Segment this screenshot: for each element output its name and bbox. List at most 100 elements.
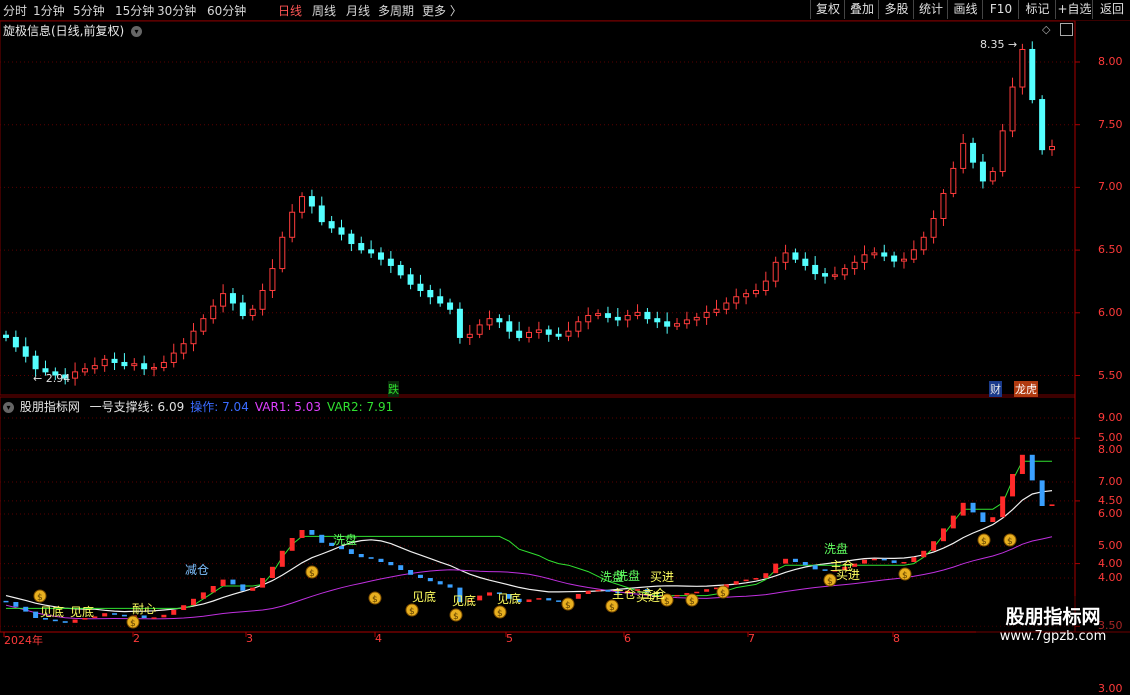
panel-toggle-icon[interactable] xyxy=(1060,23,1073,36)
die-marker[interactable]: 跌 xyxy=(388,381,399,397)
moneybag-icon[interactable]: $ xyxy=(493,605,507,619)
moneybag-icon[interactable]: $ xyxy=(823,573,837,587)
moneybag-icon[interactable]: $ xyxy=(405,603,419,617)
indicator-annotation: 洗盘 xyxy=(824,542,849,556)
candle-body xyxy=(535,329,542,333)
moneybag-icon[interactable]: $ xyxy=(368,591,382,605)
indicator-candle xyxy=(822,569,828,571)
indicator-candle xyxy=(704,589,710,592)
candle-body xyxy=(259,289,266,310)
moneybag-icon[interactable]: $ xyxy=(898,567,912,581)
svg-text:$: $ xyxy=(453,612,459,622)
indicator-y-label-2: 7.00 xyxy=(1098,475,1123,488)
indicator-title-row: ▾ 股朋指标网 一号支撑线: 6.09 操作: 7.04 VAR1: 5.03 VAR… xyxy=(3,398,393,415)
moneybag-icon[interactable]: $ xyxy=(685,593,699,607)
x-axis-label-4: 5 xyxy=(506,632,513,645)
main-panel-border xyxy=(0,20,1076,396)
candle-body xyxy=(1029,48,1036,101)
indicator-panel-border xyxy=(0,396,1076,633)
indicator-candle xyxy=(940,528,946,542)
candle-body xyxy=(940,192,947,220)
svg-text:$: $ xyxy=(981,537,987,547)
candle-body xyxy=(900,258,907,262)
svg-text:$: $ xyxy=(902,571,908,581)
moneybag-icon[interactable]: $ xyxy=(126,615,140,629)
indicator-candle xyxy=(921,550,927,558)
title-dropdown-icon[interactable]: ▾ xyxy=(131,26,143,37)
indicator-candle xyxy=(733,581,739,585)
indicator-y-label-0: 9.00 xyxy=(1098,411,1123,424)
candle-body xyxy=(190,330,197,345)
indicator-annotation: 见底 xyxy=(412,590,437,604)
indicator-candle xyxy=(960,502,966,516)
indicator-candle xyxy=(931,541,937,551)
indicator-annotation: 洗盘 xyxy=(333,533,358,547)
indicator-annotation: 见底 xyxy=(70,605,95,619)
candle-body xyxy=(506,321,513,332)
indicator-candle xyxy=(289,538,295,551)
moneybag-icon[interactable]: $ xyxy=(305,565,319,579)
indicator-annotation: 见底 xyxy=(40,605,65,619)
longhu-marker[interactable]: 龙虎 xyxy=(1014,381,1038,397)
candle-body xyxy=(397,264,404,276)
indicator-candle xyxy=(240,584,246,591)
svg-text:$: $ xyxy=(720,589,726,599)
watermark-url: www.7gpzb.com xyxy=(999,629,1107,644)
moneybag-icon[interactable]: $ xyxy=(1003,533,1017,547)
support-line xyxy=(5,490,1053,613)
chart-canvas[interactable]: $$$$$ $ $$ $$ $$$$$ $ xyxy=(0,0,1130,650)
candle-body xyxy=(447,302,454,310)
moneybag-icon[interactable]: $ xyxy=(561,597,575,611)
indicator-candle xyxy=(151,617,157,619)
indicator-candle xyxy=(398,565,404,570)
indicator-candle xyxy=(23,606,29,612)
candle-body xyxy=(792,252,799,260)
main-y-label-5: 5.50 xyxy=(1098,368,1123,382)
indicator-dropdown-icon[interactable]: ▾ xyxy=(3,402,14,413)
indicator-candle xyxy=(121,614,127,617)
candle-body xyxy=(644,311,651,320)
candle-body xyxy=(289,211,296,238)
main-y-label-3: 6.50 xyxy=(1098,243,1123,257)
svg-text:$: $ xyxy=(497,609,503,619)
indicator-annotation: 买进 xyxy=(650,570,675,584)
indicator-y-label-3: 6.00 xyxy=(1098,507,1123,520)
moneybag-icon[interactable]: $ xyxy=(977,533,991,547)
candle-body xyxy=(585,315,592,323)
indicator-candle xyxy=(911,557,917,562)
x-axis-label-6: 7 xyxy=(748,632,755,645)
cai-marker[interactable]: 财 xyxy=(989,381,1002,397)
svg-text:$: $ xyxy=(689,597,695,607)
stock-title: 旋极信息(日线,前复权) xyxy=(3,24,125,38)
indicator-grid xyxy=(0,417,1075,579)
candle-body xyxy=(930,218,937,238)
moneybag-icon[interactable]: $ xyxy=(33,589,47,603)
indicator-candle xyxy=(447,584,453,588)
candle-body xyxy=(180,343,187,354)
indicator-annotation: 耐心 xyxy=(132,602,157,616)
moneybag-icon[interactable]: $ xyxy=(449,608,463,622)
candle-body xyxy=(802,258,809,266)
indicator-candle xyxy=(990,517,996,522)
candle-body xyxy=(299,196,306,213)
main-y-label-10: 3.00 xyxy=(1098,682,1123,695)
indicator-lines xyxy=(5,460,1053,620)
candle-body xyxy=(328,221,335,229)
svg-text:$: $ xyxy=(565,601,571,611)
candle-body xyxy=(210,305,217,320)
indicator-candle xyxy=(980,512,986,522)
candle-body xyxy=(437,296,444,304)
svg-text:$: $ xyxy=(309,569,315,579)
svg-text:$: $ xyxy=(130,619,136,629)
indicator-candle xyxy=(388,562,394,566)
indicator-candle xyxy=(309,530,315,535)
indicator-annotation: 买进 xyxy=(836,568,861,582)
candle-body xyxy=(318,205,325,223)
main-y-label-4: 6.00 xyxy=(1098,305,1123,319)
candle-body xyxy=(308,196,315,207)
candle-body xyxy=(377,252,384,260)
indicator-candles xyxy=(3,454,1055,623)
indicator-candle xyxy=(279,550,285,567)
candle-body xyxy=(674,323,681,327)
diamond-icon[interactable]: ◇ xyxy=(1042,23,1050,36)
